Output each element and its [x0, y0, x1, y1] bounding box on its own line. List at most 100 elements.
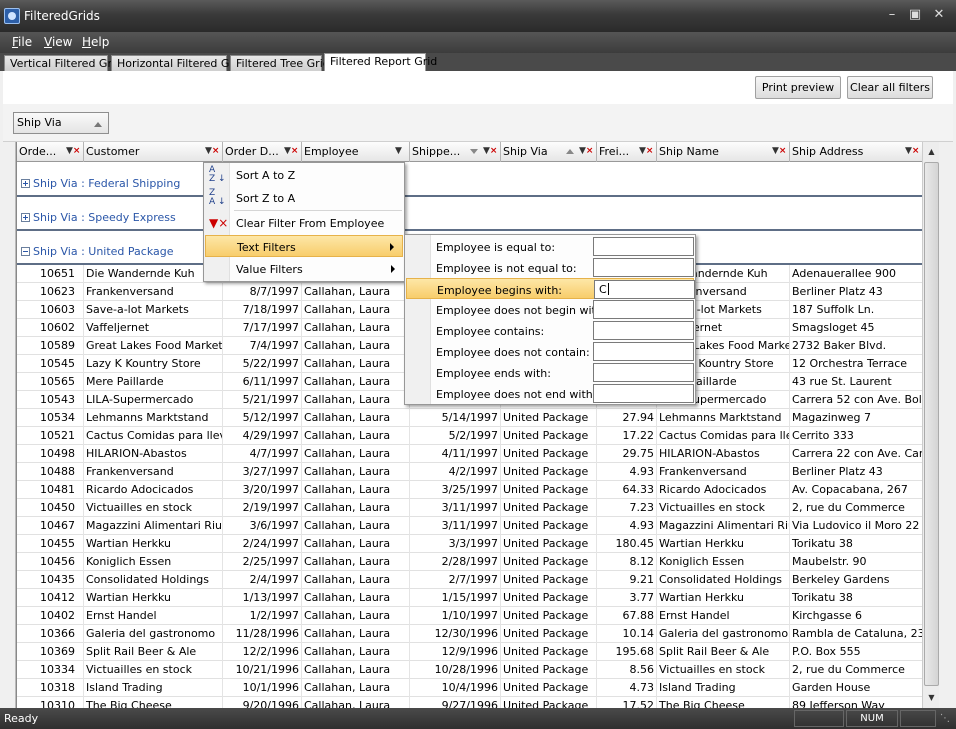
cell-ship-name[interactable]: Victuailles en stock — [657, 661, 790, 679]
filter-icon[interactable]: ▼× — [483, 146, 497, 157]
column-header-customer[interactable]: Customer ▼× — [84, 142, 223, 162]
table-row[interactable]: 10456 Koniglich Essen 2/25/1997 Callahan, L… — [17, 553, 922, 571]
cell-customer[interactable]: Save-a-lot Markets — [84, 301, 223, 319]
table-row[interactable]: 10402 Ernst Handel 1/2/1997 Callahan, Laura… — [17, 607, 922, 625]
cell-ship-address[interactable]: Garden House — [790, 679, 922, 697]
scrollbar-thumb[interactable] — [924, 162, 939, 686]
cell-customer[interactable]: Consolidated Holdings — [84, 571, 223, 589]
cell-order-date[interactable]: 5/12/1997 — [223, 409, 302, 427]
cell-ship-address[interactable]: Berliner Platz 43 — [790, 283, 922, 301]
table-row[interactable]: 10467Magazzini Alimentari Riuniti3/6/199… — [17, 517, 922, 535]
cell-employee[interactable]: Callahan, Laura — [302, 373, 410, 391]
filter-not-contain[interactable]: Employee does not contain: — [406, 341, 694, 362]
cell-ship-via[interactable]: United Package — [501, 535, 597, 553]
cell-order-id[interactable]: 10589 — [17, 337, 84, 355]
cell-customer[interactable]: LILA-Supermercado — [84, 391, 223, 409]
vertical-scrollbar[interactable]: ▲ ▼ — [922, 142, 939, 708]
cell-employee[interactable]: Callahan, Laura — [302, 535, 410, 553]
filter-not-contain-input[interactable] — [593, 342, 694, 361]
tab-filtered-report-grid[interactable]: Filtered Report Grid — [324, 53, 437, 71]
cell-employee[interactable]: Callahan, Laura — [302, 571, 410, 589]
cell-employee[interactable]: Callahan, Laura — [302, 499, 410, 517]
cell-shipped-date[interactable]: 3/11/1997 — [410, 517, 501, 535]
cell-ship-via[interactable]: United Package — [501, 517, 597, 535]
filter-begins-with-input[interactable]: C — [594, 280, 695, 299]
cell-order-date[interactable]: 11/28/1996 — [223, 625, 302, 643]
print-preview-button[interactable]: Print preview — [755, 76, 841, 99]
cell-ship-name[interactable]: Koniglich Essen — [657, 553, 790, 571]
filter-icon[interactable]: ▼× — [66, 146, 80, 157]
collapse-icon[interactable] — [21, 247, 30, 256]
cell-ship-address[interactable]: Smagsloget 45 — [790, 319, 922, 337]
filter-not-begin-with[interactable]: Employee does not begin with: — [406, 299, 694, 320]
group-by-chip-ship-via[interactable]: Ship Via — [13, 112, 109, 134]
cell-shipped-date[interactable]: 10/4/1996 — [410, 679, 501, 697]
menu-sort-a-to-z[interactable]: AZ ↓ Sort A to Z — [205, 164, 403, 186]
cell-ship-name[interactable]: Consolidated Holdings — [657, 571, 790, 589]
cell-ship-name[interactable]: Victuailles en stock — [657, 499, 790, 517]
menu-text-filters[interactable]: Text Filters — [205, 235, 403, 257]
table-row[interactable]: 10534 Lehmanns Marktstand 5/12/1997 Callaha… — [17, 409, 922, 427]
cell-freight[interactable]: 27.94 — [597, 409, 657, 427]
table-row[interactable]: 10488 Frankenversand 3/27/1997 Callahan, La… — [17, 463, 922, 481]
cell-ship-address[interactable]: 12 Orchestra Terrace — [790, 355, 922, 373]
cell-ship-name[interactable]: Lehmanns Marktstand — [657, 409, 790, 427]
cell-order-id[interactable]: 10481 — [17, 481, 84, 499]
cell-order-date[interactable]: 8/7/1997 — [223, 283, 302, 301]
cell-freight[interactable]: 4.73 — [597, 679, 657, 697]
table-row[interactable]: 10455 Wartian Herkku 2/24/1997 Callahan, La… — [17, 535, 922, 553]
table-row[interactable]: 10369 Split Rail Beer & Ale 12/2/1996 Calla… — [17, 643, 922, 661]
cell-ship-address[interactable]: P.O. Box 555 — [790, 643, 922, 661]
cell-shipped-date[interactable]: 3/3/1997 — [410, 535, 501, 553]
cell-ship-address[interactable]: Av. Copacabana, 267 — [790, 481, 922, 499]
cell-ship-address[interactable]: Kirchgasse 6 — [790, 607, 922, 625]
cell-ship-address[interactable]: 2, rue du Commerce — [790, 661, 922, 679]
scroll-up-icon[interactable]: ▲ — [924, 144, 939, 160]
cell-order-date[interactable]: 4/29/1997 — [223, 427, 302, 445]
cell-order-id[interactable]: 10623 — [17, 283, 84, 301]
cell-ship-address[interactable]: 43 rue St. Laurent — [790, 373, 922, 391]
menu-clear-filter[interactable]: ▼× Clear Filter From Employee — [205, 212, 403, 234]
cell-customer[interactable]: Galeria del gastronomo — [84, 625, 223, 643]
cell-order-id[interactable]: 10435 — [17, 571, 84, 589]
cell-shipped-date[interactable]: 1/15/1997 — [410, 589, 501, 607]
table-row[interactable]: 10366 Galeria del gastronomo 11/28/1996 Cal… — [17, 625, 922, 643]
cell-freight[interactable]: 10.14 — [597, 625, 657, 643]
cell-order-date[interactable]: 5/22/1997 — [223, 355, 302, 373]
cell-ship-via[interactable]: United Package — [501, 427, 597, 445]
cell-ship-via[interactable]: United Package — [501, 553, 597, 571]
cell-order-id[interactable]: 10565 — [17, 373, 84, 391]
cell-ship-name[interactable]: Ernst Handel — [657, 607, 790, 625]
filter-not-end-with[interactable]: Employee does not end with: — [406, 383, 694, 404]
cell-order-id[interactable]: 10366 — [17, 625, 84, 643]
cell-order-date[interactable]: 1/2/1997 — [223, 607, 302, 625]
cell-ship-via[interactable]: United Package — [501, 607, 597, 625]
cell-ship-address[interactable]: Maubelstr. 90 — [790, 553, 922, 571]
filter-not-equal-to[interactable]: Employee is not equal to: — [406, 257, 694, 278]
cell-employee[interactable]: Callahan, Laura — [302, 319, 410, 337]
cell-shipped-date[interactable]: 4/2/1997 — [410, 463, 501, 481]
cell-ship-name[interactable]: Island Trading — [657, 679, 790, 697]
cell-shipped-date[interactable]: 1/10/1997 — [410, 607, 501, 625]
close-icon[interactable]: ✕ — [929, 6, 949, 24]
cell-order-date[interactable]: 6/11/1997 — [223, 373, 302, 391]
cell-ship-address[interactable]: 89 Jefferson Way — [790, 697, 922, 708]
cell-ship-name[interactable]: Cactus Comidas para llevar — [657, 427, 790, 445]
filter-icon[interactable]: ▼× — [284, 146, 298, 157]
filter-not-equal-to-input[interactable] — [593, 258, 694, 277]
cell-shipped-date[interactable]: 10/28/1996 — [410, 661, 501, 679]
cell-employee[interactable]: Callahan, Laura — [302, 337, 410, 355]
cell-customer[interactable]: Koniglich Essen — [84, 553, 223, 571]
cell-shipped-date[interactable]: 12/30/1996 — [410, 625, 501, 643]
cell-shipped-date[interactable]: 4/11/1997 — [410, 445, 501, 463]
cell-employee[interactable]: Callahan, Laura — [302, 391, 410, 409]
cell-employee[interactable]: Callahan, Laura — [302, 643, 410, 661]
cell-ship-via[interactable]: United Package — [501, 571, 597, 589]
cell-ship-address[interactable]: 187 Suffolk Ln. — [790, 301, 922, 319]
cell-order-id[interactable]: 10369 — [17, 643, 84, 661]
cell-customer[interactable]: The Big Cheese — [84, 697, 223, 708]
filter-contains-input[interactable] — [593, 321, 694, 340]
cell-employee[interactable]: Callahan, Laura — [302, 517, 410, 535]
cell-shipped-date[interactable]: 2/7/1997 — [410, 571, 501, 589]
cell-customer[interactable]: Ricardo Adocicados — [84, 481, 223, 499]
